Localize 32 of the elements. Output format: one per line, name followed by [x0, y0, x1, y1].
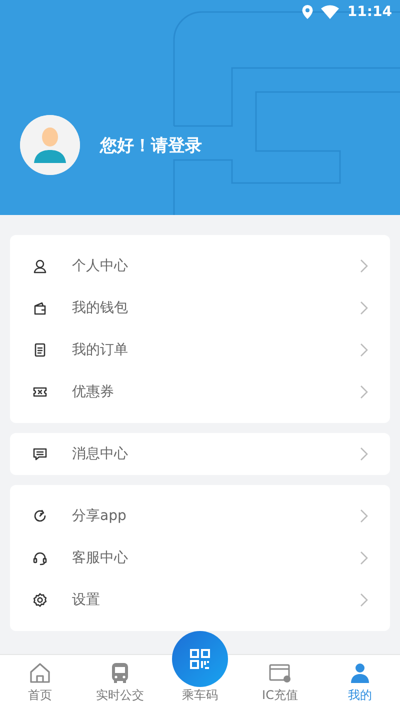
location-icon	[302, 5, 314, 19]
menu-item[interactable]: 分享app	[10, 495, 390, 537]
wifi-icon	[321, 5, 340, 19]
tab[interactable]: 实时公交	[80, 655, 160, 710]
menu-item[interactable]: 设置	[10, 579, 390, 621]
settings-icon	[32, 592, 48, 608]
chevron-right-icon	[360, 301, 368, 315]
person-icon	[32, 258, 48, 274]
chevron-right-icon	[360, 551, 368, 565]
wallet-icon	[32, 300, 48, 316]
login-prompt[interactable]: 您好！请登录	[100, 134, 202, 156]
home-icon	[28, 661, 52, 685]
chevron-right-icon	[360, 343, 368, 357]
tab[interactable]: 我的	[320, 655, 400, 710]
message-icon	[32, 446, 48, 462]
menu-item[interactable]: 我的钱包	[10, 287, 390, 329]
clock-time: 11:14	[347, 4, 392, 20]
menu-item[interactable]: 我的订单	[10, 329, 390, 371]
tab[interactable]: 乘车码	[160, 627, 240, 710]
chevron-right-icon	[360, 385, 368, 399]
menu-item[interactable]: 个人中心	[10, 245, 390, 287]
tab[interactable]: 首页	[0, 655, 80, 710]
tab[interactable]: IC充值	[240, 655, 320, 710]
avatar-icon[interactable]	[20, 115, 80, 175]
chevron-right-icon	[360, 509, 368, 523]
chevron-right-icon	[360, 593, 368, 607]
chevron-right-icon	[360, 259, 368, 273]
order-icon	[32, 342, 48, 358]
menu-item[interactable]: 客服中心	[10, 537, 390, 579]
chevron-right-icon	[360, 447, 368, 461]
menu-item[interactable]: 优惠券	[10, 371, 390, 413]
menu-item[interactable]: 消息中心	[10, 433, 390, 475]
